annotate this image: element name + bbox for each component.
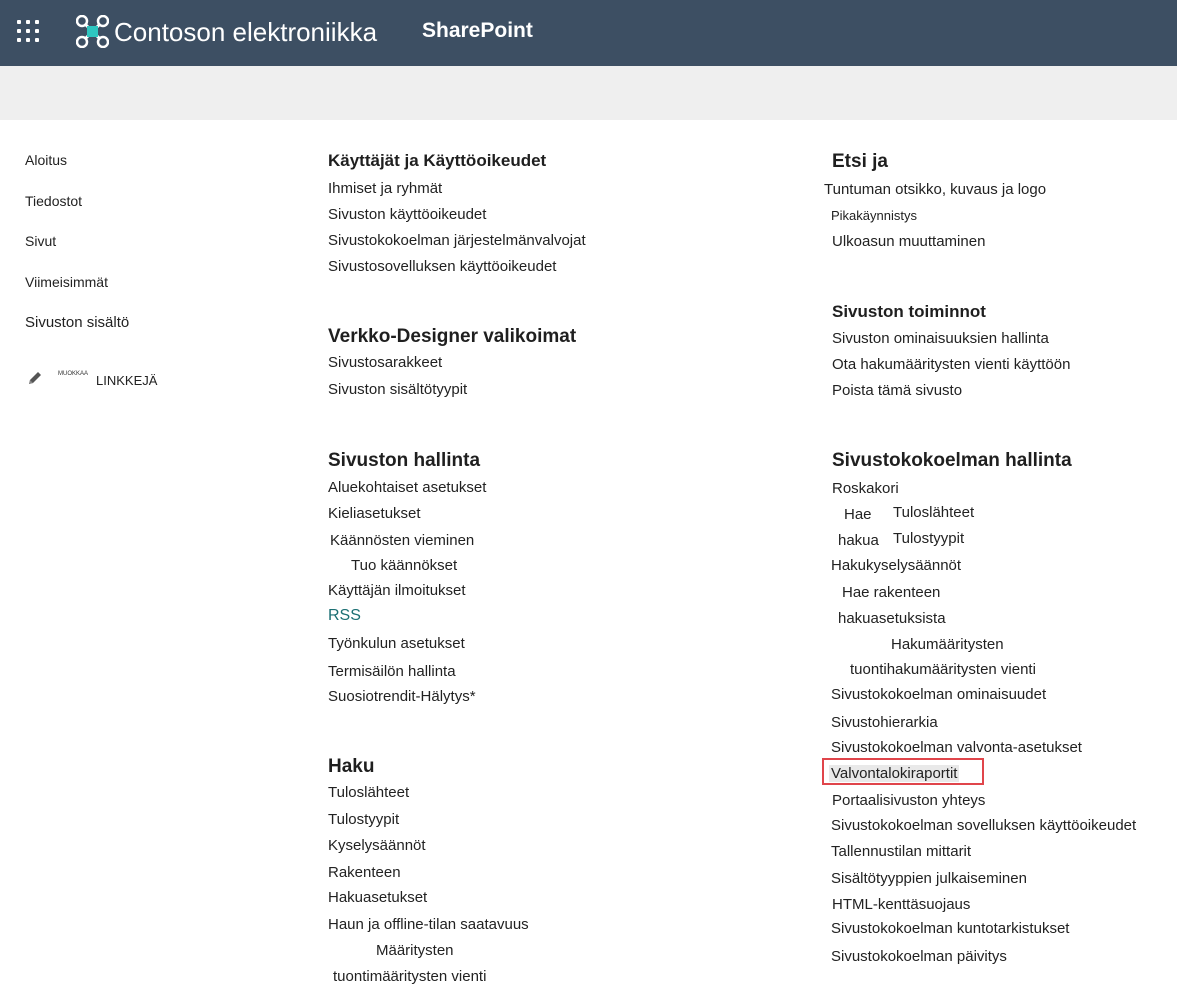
link-collection-result-types[interactable]: Tulostyypit	[893, 530, 964, 547]
link-collection-schema[interactable]: Hae rakenteen	[842, 584, 940, 601]
link-recycle-bin[interactable]: Roskakori	[832, 480, 899, 497]
contoso-logo-icon[interactable]	[76, 15, 109, 48]
link-workflow-settings[interactable]: Työnkulun asetukset	[328, 635, 465, 652]
link-config-export[interactable]: tuontimääritysten vienti	[333, 968, 486, 985]
heading-users-permissions: Käyttäjät ja Käyttöoikeudet	[328, 151, 547, 170]
nav-item-sivut[interactable]: Sivut	[25, 233, 56, 249]
edit-label-links: LINKKEJÄ	[96, 373, 158, 388]
link-html-field-security[interactable]: HTML-kenttäsuojaus	[832, 896, 970, 913]
link-portal-connection[interactable]: Portaalisivuston yhteys	[832, 792, 985, 809]
link-language-settings[interactable]: Kieliasetukset	[328, 505, 421, 522]
link-content-types[interactable]: Sivuston sisältötyypit	[328, 381, 467, 398]
link-user-alerts[interactable]: Käyttäjän ilmoitukset	[328, 582, 466, 599]
link-site-hierarchy[interactable]: Sivustohierarkia	[831, 714, 938, 731]
nav-item-sivuston-sisalto[interactable]: Sivuston sisältö	[25, 314, 129, 331]
link-delete-site[interactable]: Poista tämä sivusto	[832, 382, 962, 399]
link-collection-config-import[interactable]: Hakumääritysten	[891, 636, 1004, 653]
link-health-checks[interactable]: Sivustokokoelman kuntotarkistukset	[831, 920, 1069, 937]
link-search-offline[interactable]: Haun ja offline-tilan saatavuus	[328, 916, 529, 933]
link-collection-query-rules[interactable]: Hakukyselysäännöt	[831, 557, 961, 574]
link-storage-metrics[interactable]: Tallennustilan mittarit	[831, 843, 971, 860]
link-collection-search-settings[interactable]: hakuasetuksista	[838, 610, 946, 627]
heading-search: Haku	[328, 756, 375, 777]
link-search-settings[interactable]: Hakuasetukset	[328, 889, 427, 906]
link-audit-log-reports[interactable]: Valvontalokiraportit	[829, 765, 960, 782]
link-config-import[interactable]: Määritysten	[376, 942, 454, 959]
link-search-prefix[interactable]: Hae	[844, 506, 872, 523]
nav-item-tiedostot[interactable]: Tiedostot	[25, 193, 82, 209]
link-change-look[interactable]: Ulkoasun muuttaminen	[832, 233, 985, 250]
link-enable-search-export[interactable]: Ota hakumääritysten vienti käyttöön	[832, 356, 1070, 373]
link-export-translations[interactable]: Käännösten vieminen	[330, 532, 474, 549]
link-import-translations[interactable]: Tuo käännökset	[351, 557, 457, 574]
link-content-type-publishing[interactable]: Sisältötyyppien julkaiseminen	[831, 870, 1027, 887]
link-term-store[interactable]: Termisäilön hallinta	[328, 663, 456, 680]
edit-label-small: MUOKKAA	[58, 371, 89, 377]
link-search-prefix-2[interactable]: hakua	[838, 532, 879, 549]
link-result-sources[interactable]: Tuloslähteet	[328, 784, 409, 801]
link-manage-features[interactable]: Sivuston ominaisuuksien hallinta	[832, 330, 1049, 347]
heading-site-admin: Sivuston hallinta	[328, 450, 481, 471]
link-regional-settings[interactable]: Aluekohtaiset asetukset	[328, 479, 486, 496]
link-collection-result-sources[interactable]: Tuloslähteet	[893, 504, 974, 521]
link-query-rules[interactable]: Kyselysäännöt	[328, 837, 426, 854]
suite-bar: Contoson elektroniikka SharePoint	[0, 0, 1177, 66]
link-collection-config-export[interactable]: tuontihakumääritysten vienti	[850, 661, 1036, 678]
link-app-permissions[interactable]: Sivustosovelluksen käyttöoikeudet	[328, 258, 556, 275]
heading-web-designer: Verkko-Designer valikoimat	[328, 326, 577, 347]
heading-collection-admin: Sivustokokoelman hallinta	[832, 450, 1072, 471]
heading-site-actions: Sivuston toiminnot	[832, 302, 986, 321]
sharepoint-label[interactable]: SharePoint	[422, 19, 533, 43]
link-rss[interactable]: RSS	[328, 607, 361, 625]
heading-look-feel: Etsi ja	[832, 151, 888, 172]
link-popularity-trends[interactable]: Suosiotrendit-Hälytys*	[328, 688, 476, 705]
link-collection-admins[interactable]: Sivustokokoelman järjestelmänvalvojat	[328, 232, 586, 249]
link-quick-launch[interactable]: Pikakäynnistys	[831, 208, 917, 223]
pencil-icon	[29, 372, 41, 384]
link-result-types[interactable]: Tulostyypit	[328, 811, 399, 828]
link-title-description-logo[interactable]: Tuntuman otsikko, kuvaus ja logo	[824, 181, 1046, 198]
nav-item-aloitus[interactable]: Aloitus	[25, 152, 67, 168]
app-launcher-icon[interactable]	[17, 20, 41, 44]
link-collection-upgrade[interactable]: Sivustokokoelman päivitys	[831, 948, 1007, 965]
link-site-permissions[interactable]: Sivuston käyttöoikeudet	[328, 206, 486, 223]
link-collection-features[interactable]: Sivustokokoelman ominaisuudet	[831, 686, 1046, 703]
link-people-groups[interactable]: Ihmiset ja ryhmät	[328, 180, 442, 197]
link-audit-settings[interactable]: Sivustokokoelman valvonta-asetukset	[831, 739, 1082, 756]
site-title[interactable]: Contoson elektroniikka	[114, 17, 377, 48]
link-site-columns[interactable]: Sivustosarakkeet	[328, 354, 442, 371]
command-bar	[0, 66, 1177, 120]
link-collection-app-permissions[interactable]: Sivustokokoelman sovelluksen käyttöoikeu…	[831, 817, 1136, 834]
nav-item-viimeisimmat[interactable]: Viimeisimmät	[25, 274, 108, 290]
link-schema[interactable]: Rakenteen	[328, 864, 401, 881]
